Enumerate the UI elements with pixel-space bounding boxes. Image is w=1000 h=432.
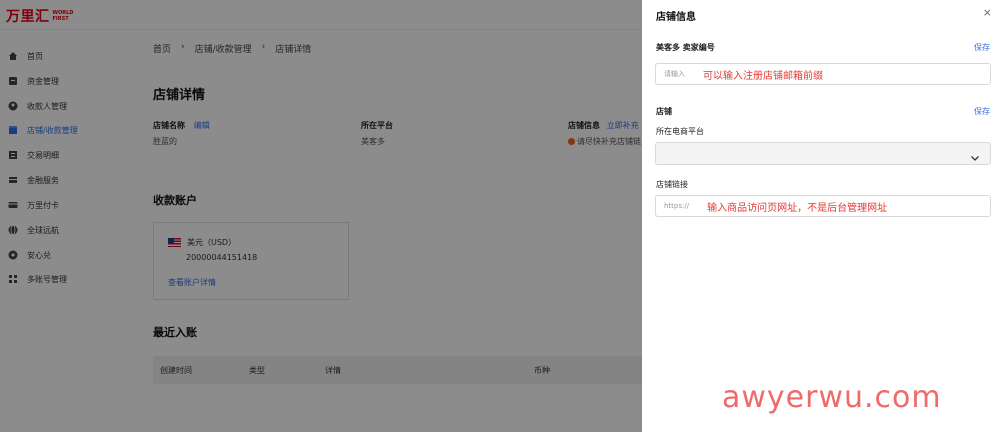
seller-id-input[interactable]: 请输入 可以输入注册店铺邮箱前缀	[655, 63, 991, 85]
seller-id-annotation: 可以输入注册店铺邮箱前缀	[703, 70, 823, 82]
shop-info-drawer: 店铺信息 × 美客多 卖家编号 保存 请输入 可以输入注册店铺邮箱前缀 店铺 保…	[642, 0, 1000, 432]
modal-overlay[interactable]	[0, 0, 642, 432]
chevron-down-icon	[970, 148, 980, 167]
shop-link-input[interactable]: https:// 输入商品访问页网址，不是后台管理网址	[655, 195, 991, 217]
save-shop-button[interactable]: 保存	[974, 106, 990, 117]
shop-link-label: 店铺链接	[656, 180, 688, 189]
save-seller-id-button[interactable]: 保存	[974, 42, 990, 53]
platform-select[interactable]	[655, 142, 991, 165]
shop-link-annotation: 输入商品访问页网址，不是后台管理网址	[707, 202, 888, 214]
close-icon[interactable]: ×	[983, 6, 992, 19]
platform-select-label: 所在电商平台	[656, 127, 704, 136]
shop-link-placeholder: https://	[664, 202, 690, 210]
watermark: awyerwu.com	[722, 380, 942, 415]
seller-id-placeholder: 请输入	[664, 70, 685, 78]
app-window: 万里汇 WORLD FIRST 首页 资金管理 收款人管理 店铺/收款管理 交易…	[0, 0, 1000, 432]
seller-id-label: 美客多 卖家编号	[656, 43, 715, 52]
drawer-title: 店铺信息	[656, 12, 696, 23]
shop-section-label: 店铺	[656, 107, 672, 116]
